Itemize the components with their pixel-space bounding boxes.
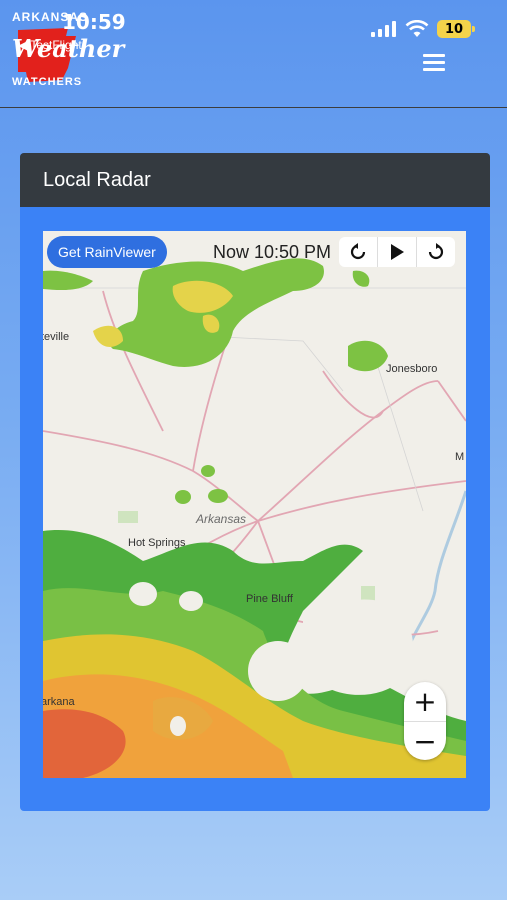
playback-controls — [339, 237, 456, 267]
hamburger-menu-icon[interactable] — [423, 54, 445, 72]
city-label-hot-springs: Hot Springs — [128, 537, 186, 549]
status-time: 10:59 — [62, 10, 126, 34]
forward-icon[interactable] — [417, 237, 455, 267]
radar-map[interactable]: teville Jonesboro M Arkansas Hot Springs… — [43, 231, 466, 778]
city-label-jonesboro: Jonesboro — [386, 363, 438, 375]
radar-map-canvas — [43, 258, 466, 778]
city-label-pine-bluff: Pine Bluff — [246, 593, 293, 605]
zoom-out-button[interactable]: − — [404, 722, 446, 761]
wifi-icon — [405, 20, 429, 37]
card-title: Local Radar — [43, 168, 151, 191]
get-rainviewer-button[interactable]: Get RainViewer — [47, 236, 167, 268]
testflight-back-link[interactable]: ◀ TestFlight — [18, 38, 82, 52]
zoom-control: + − — [404, 682, 446, 760]
rewind-icon[interactable] — [339, 237, 379, 267]
radar-time-label: Now 10:50 PM — [213, 241, 332, 262]
card-header: Local Radar — [20, 153, 490, 207]
status-icons: 10 — [371, 20, 475, 38]
zoom-in-button[interactable]: + — [404, 682, 446, 722]
battery-icon: 10 — [437, 20, 475, 38]
radar-timebar: Now 10:50 PM — [213, 236, 463, 268]
play-icon[interactable] — [378, 237, 418, 267]
city-label-memphis: M — [455, 451, 465, 463]
logo-bottom-text: WATCHERS — [12, 76, 83, 88]
local-radar-card: Local Radar teville Jonesboro M Arkansas… — [20, 153, 490, 811]
state-label-arkansas: Arkansas — [196, 512, 247, 526]
cellular-signal-icon — [371, 21, 396, 37]
city-label-texarkana: arkana — [43, 696, 75, 708]
city-label-fayetteville: teville — [43, 331, 70, 343]
